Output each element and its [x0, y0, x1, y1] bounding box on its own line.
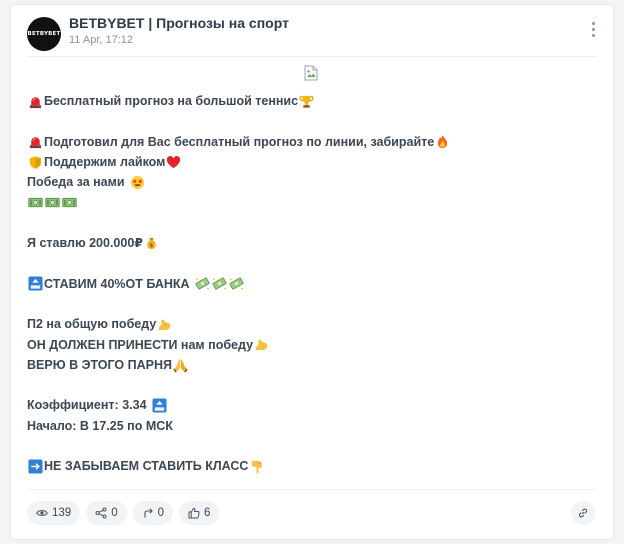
top-arrow-icon [28, 276, 43, 291]
stats-bar: 139 0 0 6 [27, 501, 220, 525]
money-bills-icon [62, 195, 77, 210]
channel-name[interactable]: BETBYBET | Прогнозы на спорт [69, 15, 289, 31]
post-text: Бесплатный прогноз на большой теннис [44, 94, 299, 108]
more-vertical-icon[interactable] [583, 19, 603, 39]
top-arrow-icon [152, 398, 167, 413]
post-line: ВЕРЮ В ЭТОГО ПАРНЯ [27, 355, 587, 375]
post-line: НЕ ЗАБЫВАЕМ СТАВИТЬ КЛАСС [27, 456, 587, 476]
share-icon [95, 507, 107, 519]
post-line: СТАВИМ 40%ОТ БАНКА [27, 274, 587, 294]
siren-icon [28, 94, 43, 109]
reposts-count: 0 [157, 507, 164, 519]
views-counter[interactable]: 139 [27, 501, 81, 525]
flexed-biceps-icon [157, 317, 172, 332]
thumbs-up-icon [188, 507, 200, 519]
post-text: НЕ ЗАБЫВАЕМ СТАВИТЬ КЛАСС [44, 459, 249, 474]
trophy-icon [299, 94, 314, 109]
repost-button[interactable]: 0 [132, 501, 173, 525]
repost-icon [144, 508, 153, 518]
footer-divider [27, 489, 597, 490]
post-line: Я ставлю 200.000₽ [27, 233, 587, 253]
post-text: Поддержим лайком [44, 154, 166, 169]
avatar-text: BETBYBET [27, 31, 61, 37]
post-text: Я ставлю 200.000₽ [27, 236, 143, 251]
star-struck-face-icon [130, 175, 145, 190]
red-heart-icon [166, 155, 181, 170]
pointing-down-hand-icon [249, 459, 264, 474]
post-card: BETBYBET BETBYBET | Прогнозы на спорт 11… [10, 4, 614, 540]
avatar[interactable]: BETBYBET [27, 17, 61, 51]
right-arrow-icon [28, 459, 43, 474]
shares-count: 0 [111, 507, 118, 519]
post-body: Бесплатный прогноз на большой теннис Под… [27, 91, 587, 477]
money-bills-icon [45, 195, 60, 210]
views-count: 139 [52, 507, 72, 519]
money-bills-icon [28, 195, 43, 210]
eye-icon [36, 510, 48, 516]
likes-count: 6 [204, 507, 211, 519]
share-button[interactable]: 0 [86, 501, 127, 525]
post-line: П2 на общую победу [27, 314, 587, 334]
post-line: Коэффициент: 3.34 [27, 395, 587, 415]
siren-icon [28, 134, 43, 149]
praying-hands-icon [173, 358, 188, 373]
fire-icon [435, 134, 450, 149]
flexed-biceps-icon [254, 337, 269, 352]
post-text: СТАВИМ 40%ОТ БАНКА [44, 276, 190, 291]
shield-icon [28, 155, 43, 170]
broken-image-icon [304, 65, 318, 81]
flying-money-icon [229, 276, 244, 291]
post-line: Бесплатный прогноз на большой теннис [27, 91, 587, 111]
post-line: Начало: В 17.25 по МСК [27, 416, 587, 436]
post-text: Начало: В 17.25 по МСК [27, 418, 173, 433]
post-text: Победа за нами [27, 175, 125, 190]
post-text: П2 на общую победу [27, 317, 157, 332]
post-line: Поддержим лайком [27, 152, 587, 172]
flying-money-icon [212, 276, 227, 291]
post-line [27, 192, 587, 212]
money-bag-icon [144, 236, 159, 251]
post-time[interactable]: 11 Apr, 17:12 [69, 34, 133, 46]
post-text: ОН ДОЛЖЕН ПРИНЕСТИ нам победу [27, 337, 254, 352]
post-text: ВЕРЮ В ЭТОГО ПАРНЯ [27, 357, 172, 372]
post-text: Коэффициент: 3.34 [27, 398, 147, 413]
post-line: Подготовил для Вас бесплатный прогноз по… [27, 132, 587, 152]
header-divider [27, 56, 597, 57]
flying-money-icon [195, 276, 210, 291]
post-line: ОН ДОЛЖЕН ПРИНЕСТИ нам победу [27, 335, 587, 355]
like-button[interactable]: 6 [179, 501, 220, 525]
post-line: Победа за нами [27, 172, 587, 192]
link-icon [578, 508, 588, 518]
post-text: Подготовил для Вас бесплатный прогноз по… [44, 134, 435, 149]
copy-link-button[interactable] [571, 501, 595, 525]
